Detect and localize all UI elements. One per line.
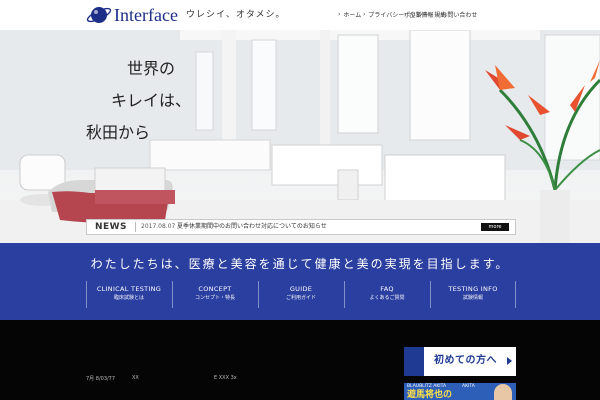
footer-text: 7月 8/03/77 [86,376,116,382]
footer-text: E XXX 3x [214,375,237,381]
news-ticker: NEWS 2017.08.07 夏季休業期間中のお問い合わせ対応についてのお知ら… [86,219,516,235]
top-nav-company[interactable]: › 企業情報 [404,10,433,19]
chevron-right-icon: › [404,11,407,18]
banner-accent-bar [404,347,424,376]
news-more-button[interactable]: more [481,223,509,231]
banner-title: 初めての方へ [434,355,497,366]
nav-concept[interactable]: CONCEPT コンセプト・特長 [172,281,258,308]
chevron-right-icon: › [338,11,341,18]
mission-band: わたしたちは、医療と美容を通じて健康と美の実現を目指します。 CLINICAL … [0,243,600,320]
logo[interactable]: Interface [86,4,178,26]
hero-copy-line-1: 世界の [127,59,176,78]
news-date: 2017.08.07 [141,223,176,230]
mission-statement: わたしたちは、医療と美容を通じて健康と美の実現を目指します。 [90,257,510,271]
brand-name: Interface [114,5,178,25]
chevron-right-icon [507,357,512,365]
top-nav-contact[interactable]: › お問い合わせ [436,10,477,19]
nav-guide[interactable]: GUIDE ご利用ガイド [258,281,344,308]
nav-divider [515,281,516,308]
logo-globe-icon [86,7,112,23]
news-label: NEWS [94,222,128,232]
chevron-right-icon: › [363,11,366,18]
player-photo [494,384,512,400]
top-nav-home[interactable]: › ホーム [338,10,361,19]
nav-faq[interactable]: FAQ よくあるご質問 [344,281,430,308]
blaublitz-akita-banner[interactable]: BLAUBLITZ AKITA 遊馬将也の AKITA [404,383,516,400]
nav-clinical-testing[interactable]: CLINICAL TESTING 臨床試験とは [86,281,172,308]
first-time-visitors-banner[interactable]: 初めての方へ [404,347,516,376]
hero-image: 世界の キレイは、 秋田から [0,30,600,243]
news-divider [135,222,136,232]
hero-copy-line-3: 秋田から [86,123,151,142]
tagline: ウレシイ、オタメシ。 [186,10,286,20]
news-headline-link[interactable]: 夏季休業期間中のお問い合わせ対応についてのお知らせ [177,220,327,234]
site-header: Interface ウレシイ、オタメシ。 › ホーム › プライバシーポリシー・… [0,0,600,30]
banner-headline: 遊馬将也の [407,390,453,400]
hero-copy-line-2: キレイは、 [111,91,192,110]
nav-testing-info[interactable]: TESTING INFO 試験情報 [430,281,516,308]
mission-nav: CLINICAL TESTING 臨床試験とは CONCEPT コンセプト・特長… [86,281,516,308]
banner-tag: AKITA [462,384,475,389]
footer-text: XX [132,375,139,381]
chevron-right-icon: › [436,11,439,18]
